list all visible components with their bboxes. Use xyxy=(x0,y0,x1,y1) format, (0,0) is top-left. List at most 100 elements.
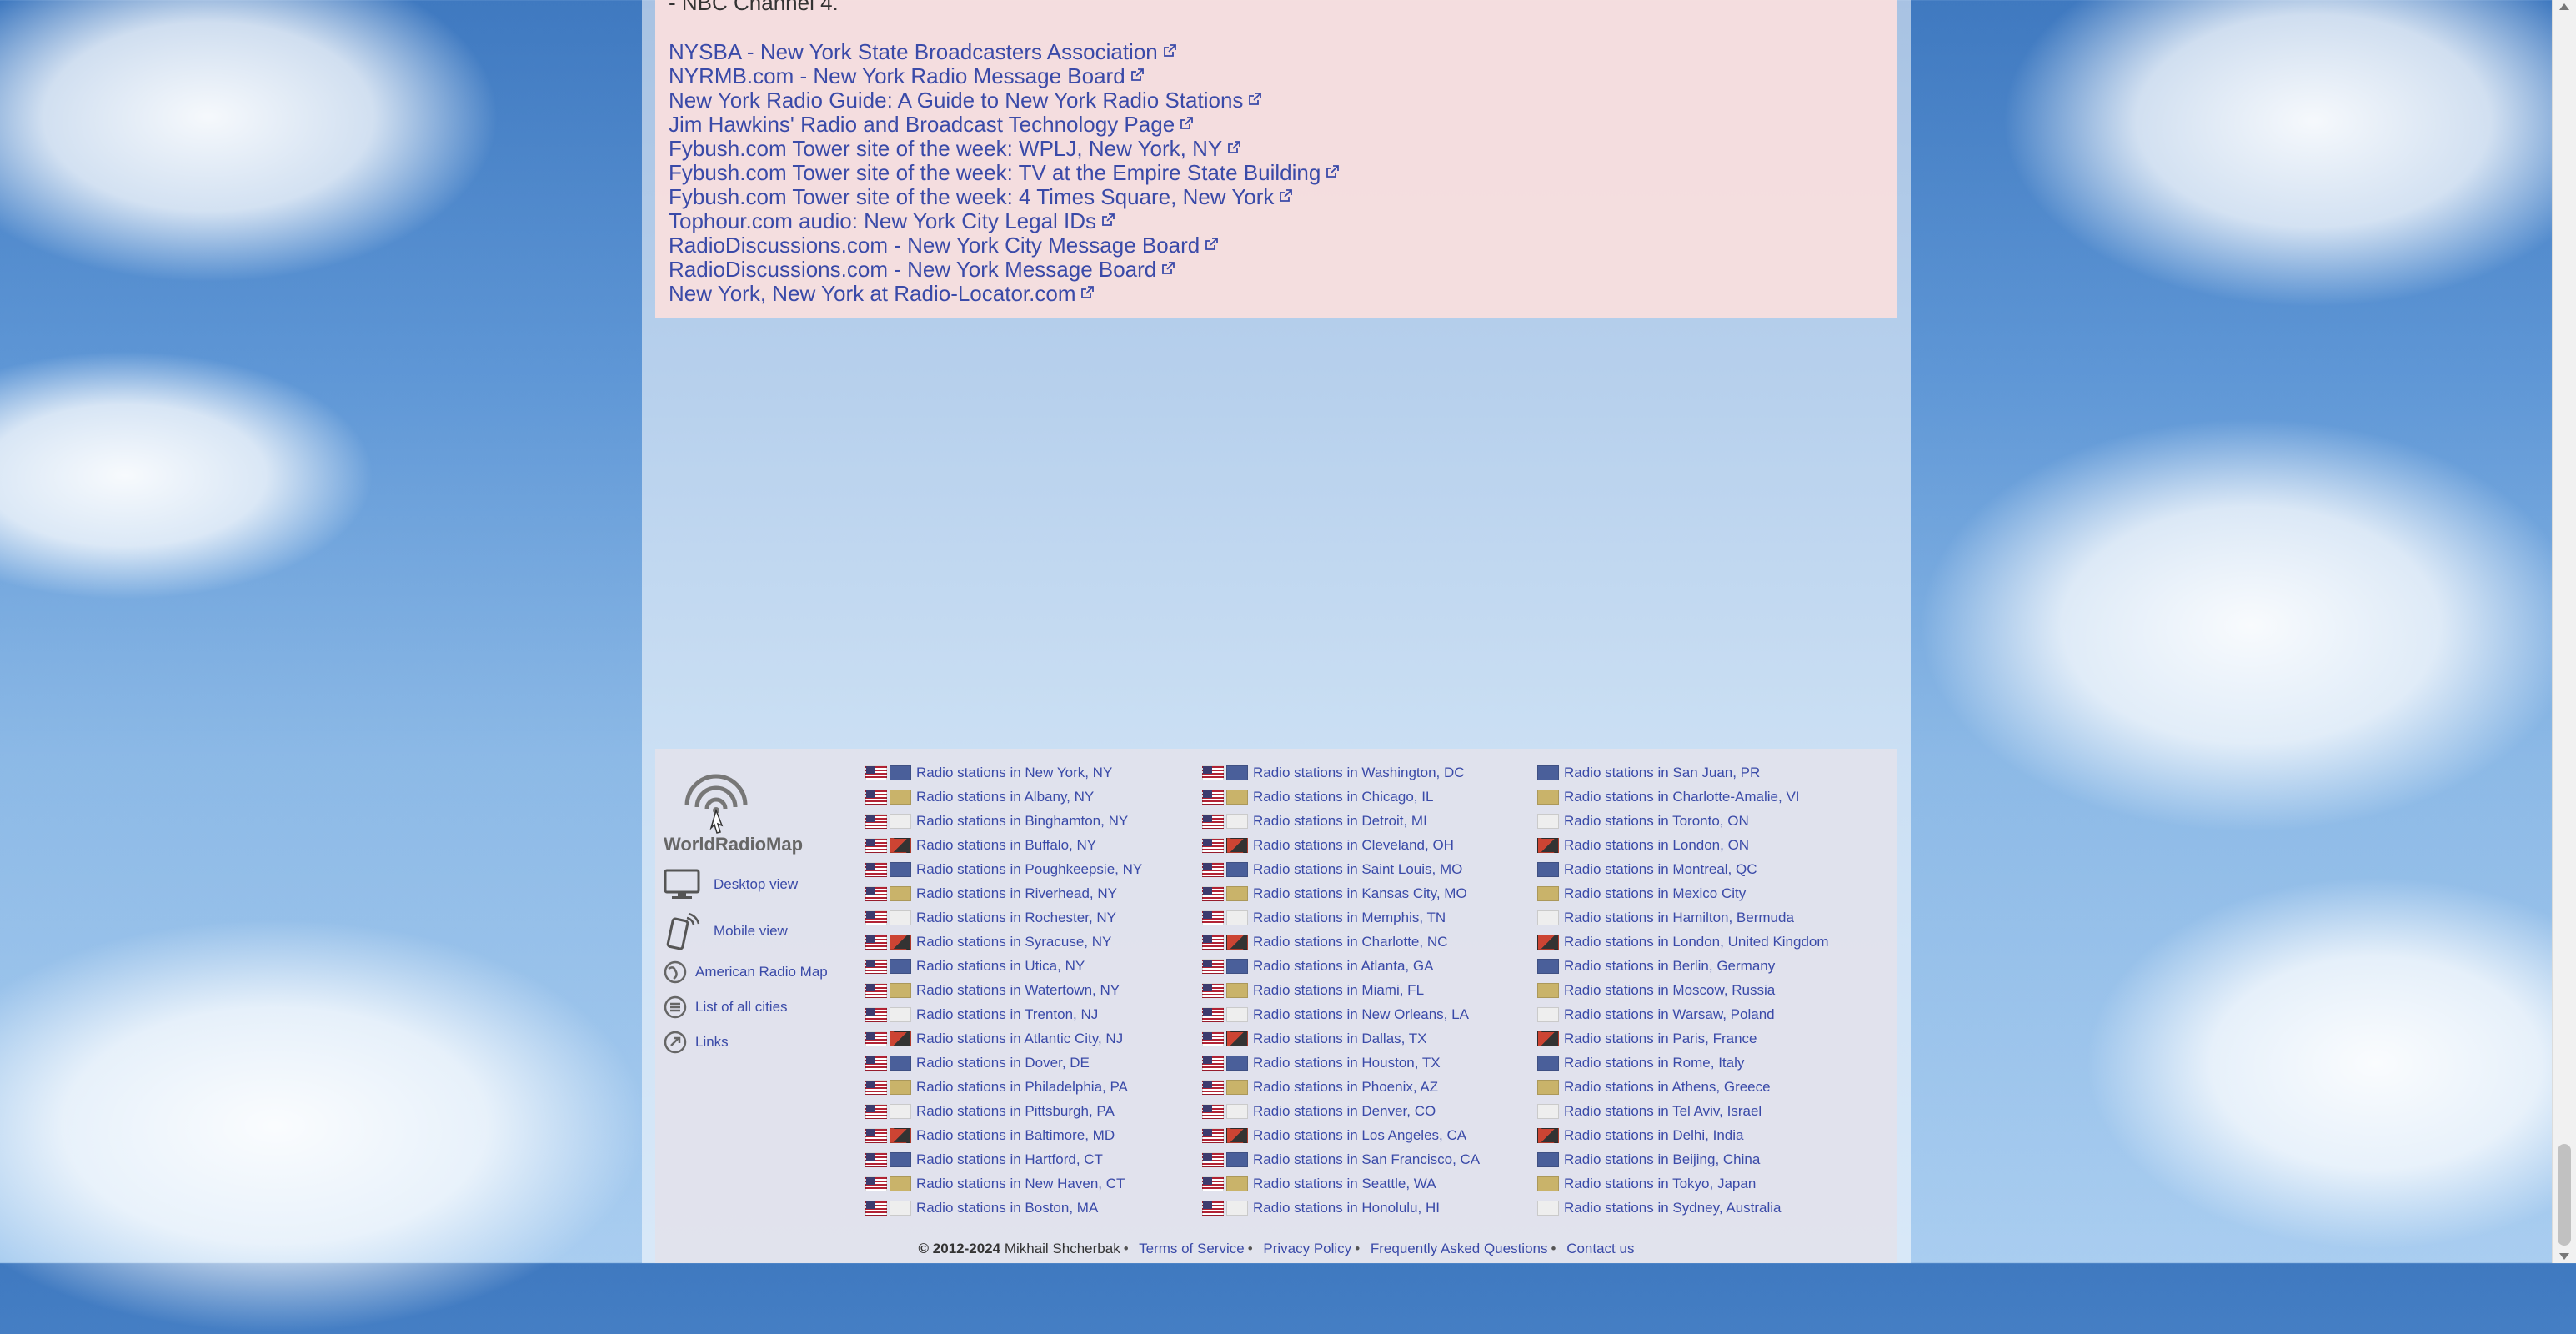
city-link[interactable]: Radio stations in New York, NY xyxy=(865,760,1142,785)
related-link[interactable]: Fybush.com Tower site of the week: TV at… xyxy=(669,160,1321,185)
city-link[interactable]: Radio stations in London, ON xyxy=(1537,833,1829,857)
city-link[interactable]: Radio stations in Los Angeles, CA xyxy=(1202,1123,1480,1147)
city-link[interactable]: Radio stations in Rochester, NY xyxy=(865,905,1142,930)
city-link[interactable]: Radio stations in Delhi, India xyxy=(1537,1123,1829,1147)
scroll-up-arrow-icon[interactable] xyxy=(2559,3,2569,10)
scrollbar-thumb[interactable] xyxy=(2558,1144,2571,1246)
copyright-bar: © 2012-2024 Mikhail Shcherbak • Terms of … xyxy=(918,1241,1635,1256)
city-link[interactable]: Radio stations in Atlanta, GA xyxy=(1202,954,1480,978)
city-link[interactable]: Radio stations in Binghamton, NY xyxy=(865,809,1142,833)
city-link[interactable]: Radio stations in Buffalo, NY xyxy=(865,833,1142,857)
logo-text: WorldRadioMap xyxy=(664,834,804,855)
city-link[interactable]: Radio stations in Kansas City, MO xyxy=(1202,881,1480,905)
city-link[interactable]: Radio stations in Trenton, NJ xyxy=(865,1002,1142,1026)
city-link[interactable]: Radio stations in Miami, FL xyxy=(1202,978,1480,1002)
related-link[interactable]: Fybush.com Tower site of the week: 4 Tim… xyxy=(669,184,1274,209)
city-link[interactable]: Radio stations in Hartford, CT xyxy=(865,1147,1142,1171)
city-link-label: Radio stations in Toronto, ON xyxy=(1564,812,1749,829)
city-link[interactable]: Radio stations in Toronto, ON xyxy=(1537,809,1829,833)
city-link[interactable]: Radio stations in Washington, DC xyxy=(1202,760,1480,785)
list-of-all-cities-link[interactable]: List of all cities xyxy=(664,995,864,1019)
city-link[interactable]: Radio stations in Detroit, MI xyxy=(1202,809,1480,833)
city-link[interactable]: Radio stations in Seattle, WA xyxy=(1202,1171,1480,1196)
city-link[interactable]: Radio stations in Charlotte-Amalie, VI xyxy=(1537,785,1829,809)
city-link[interactable]: Radio stations in Memphis, TN xyxy=(1202,905,1480,930)
related-link[interactable]: Tophour.com audio: New York City Legal I… xyxy=(669,208,1096,233)
city-link[interactable]: Radio stations in Beijing, China xyxy=(1537,1147,1829,1171)
desktop-view-link[interactable]: Desktop view xyxy=(664,867,864,902)
us-flag-icon xyxy=(865,910,887,925)
city-link[interactable]: Radio stations in Poughkeepsie, NY xyxy=(865,857,1142,881)
related-link-item: Tophour.com audio: New York City Legal I… xyxy=(669,208,1339,233)
city-link[interactable]: Radio stations in New Orleans, LA xyxy=(1202,1002,1480,1026)
city-link[interactable]: Radio stations in Chicago, IL xyxy=(1202,785,1480,809)
city-link-label: Radio stations in Philadelphia, PA xyxy=(916,1078,1128,1095)
city-link-label: Radio stations in Seattle, WA xyxy=(1253,1175,1436,1191)
city-link[interactable]: Radio stations in Syracuse, NY xyxy=(865,930,1142,954)
city-link[interactable]: Radio stations in Albany, NY xyxy=(865,785,1142,809)
city-link[interactable]: Radio stations in Tokyo, Japan xyxy=(1537,1171,1829,1196)
city-link[interactable]: Radio stations in Boston, MA xyxy=(865,1196,1142,1220)
related-link[interactable]: New York Radio Guide: A Guide to New Yor… xyxy=(669,88,1243,113)
city-link[interactable]: Radio stations in San Juan, PR xyxy=(1537,760,1829,785)
city-link[interactable]: Radio stations in Sydney, Australia xyxy=(1537,1196,1829,1220)
us-flag-icon xyxy=(865,1200,887,1216)
city-link[interactable]: Radio stations in Moscow, Russia xyxy=(1537,978,1829,1002)
city-link[interactable]: Radio stations in Honolulu, HI xyxy=(1202,1196,1480,1220)
city-link[interactable]: Radio stations in Berlin, Germany xyxy=(1537,954,1829,978)
city-link[interactable]: Radio stations in Watertown, NY xyxy=(865,978,1142,1002)
cloud xyxy=(0,350,375,600)
state-flag-icon xyxy=(890,1200,911,1216)
city-link-label: Radio stations in Hamilton, Bermuda xyxy=(1564,909,1794,925)
city-link[interactable]: Radio stations in Atlantic City, NJ xyxy=(865,1026,1142,1051)
links-link[interactable]: Links xyxy=(664,1031,864,1054)
related-link[interactable]: New York, New York at Radio-Locator.com xyxy=(669,281,1075,306)
city-link[interactable]: Radio stations in New Haven, CT xyxy=(865,1171,1142,1196)
city-link-label: Radio stations in Warsaw, Poland xyxy=(1564,1006,1775,1022)
city-link[interactable]: Radio stations in Tel Aviv, Israel xyxy=(1537,1099,1829,1123)
vertical-scrollbar[interactable] xyxy=(2552,0,2576,1263)
city-link[interactable]: Radio stations in Mexico City xyxy=(1537,881,1829,905)
related-link[interactable]: RadioDiscussions.com - New York Message … xyxy=(669,257,1156,282)
city-link[interactable]: Radio stations in Paris, France xyxy=(1537,1026,1829,1051)
city-link[interactable]: Radio stations in Rome, Italy xyxy=(1537,1051,1829,1075)
city-link[interactable]: Radio stations in Saint Louis, MO xyxy=(1202,857,1480,881)
city-link[interactable]: Radio stations in San Francisco, CA xyxy=(1202,1147,1480,1171)
city-link[interactable]: Radio stations in Houston, TX xyxy=(1202,1051,1480,1075)
related-link[interactable]: Jim Hawkins' Radio and Broadcast Technol… xyxy=(669,112,1175,137)
city-link[interactable]: Radio stations in Dover, DE xyxy=(865,1051,1142,1075)
related-link[interactable]: RadioDiscussions.com - New York City Mes… xyxy=(669,233,1200,258)
city-link-label: Radio stations in Syracuse, NY xyxy=(916,933,1112,950)
city-link[interactable]: Radio stations in London, United Kingdom xyxy=(1537,930,1829,954)
us-flag-icon xyxy=(1202,1103,1224,1119)
related-link[interactable]: NYRMB.com - New York Radio Message Board xyxy=(669,63,1125,88)
city-link[interactable]: Radio stations in Pittsburgh, PA xyxy=(865,1099,1142,1123)
scroll-down-arrow-icon[interactable] xyxy=(2559,1253,2569,1260)
city-link[interactable]: Radio stations in Montreal, QC xyxy=(1537,857,1829,881)
city-link[interactable]: Radio stations in Utica, NY xyxy=(865,954,1142,978)
city-link[interactable]: Radio stations in Dallas, TX xyxy=(1202,1026,1480,1051)
related-link[interactable]: NYSBA - New York State Broadcasters Asso… xyxy=(669,39,1158,64)
city-link[interactable]: Radio stations in Denver, CO xyxy=(1202,1099,1480,1123)
privacy-link[interactable]: Privacy Policy xyxy=(1263,1241,1351,1256)
city-link[interactable]: Radio stations in Phoenix, AZ xyxy=(1202,1075,1480,1099)
city-link[interactable]: Radio stations in Hamilton, Bermuda xyxy=(1537,905,1829,930)
mobile-view-link[interactable]: Mobile view xyxy=(664,913,864,950)
city-link[interactable]: Radio stations in Philadelphia, PA xyxy=(865,1075,1142,1099)
faq-link[interactable]: Frequently Asked Questions xyxy=(1371,1241,1548,1256)
terms-link[interactable]: Terms of Service xyxy=(1139,1241,1245,1256)
city-link[interactable]: Radio stations in Warsaw, Poland xyxy=(1537,1002,1829,1026)
city-link[interactable]: Radio stations in Cleveland, OH xyxy=(1202,833,1480,857)
worldradiomap-logo[interactable]: WorldRadioMap xyxy=(664,764,805,855)
american-radio-map-link[interactable]: American Radio Map xyxy=(664,960,864,984)
city-link-label: Radio stations in London, United Kingdom xyxy=(1564,933,1829,950)
city-link[interactable]: Radio stations in Athens, Greece xyxy=(1537,1075,1829,1099)
city-link-label: Radio stations in Rochester, NY xyxy=(916,909,1117,925)
city-link[interactable]: Radio stations in Charlotte, NC xyxy=(1202,930,1480,954)
city-link[interactable]: Radio stations in Baltimore, MD xyxy=(865,1123,1142,1147)
contact-link[interactable]: Contact us xyxy=(1566,1241,1634,1256)
related-link-item: RadioDiscussions.com - New York City Mes… xyxy=(669,232,1339,258)
related-link[interactable]: Fybush.com Tower site of the week: WPLJ,… xyxy=(669,136,1222,161)
city-link-label: Radio stations in Houston, TX xyxy=(1253,1054,1441,1071)
city-link[interactable]: Radio stations in Riverhead, NY xyxy=(865,881,1142,905)
